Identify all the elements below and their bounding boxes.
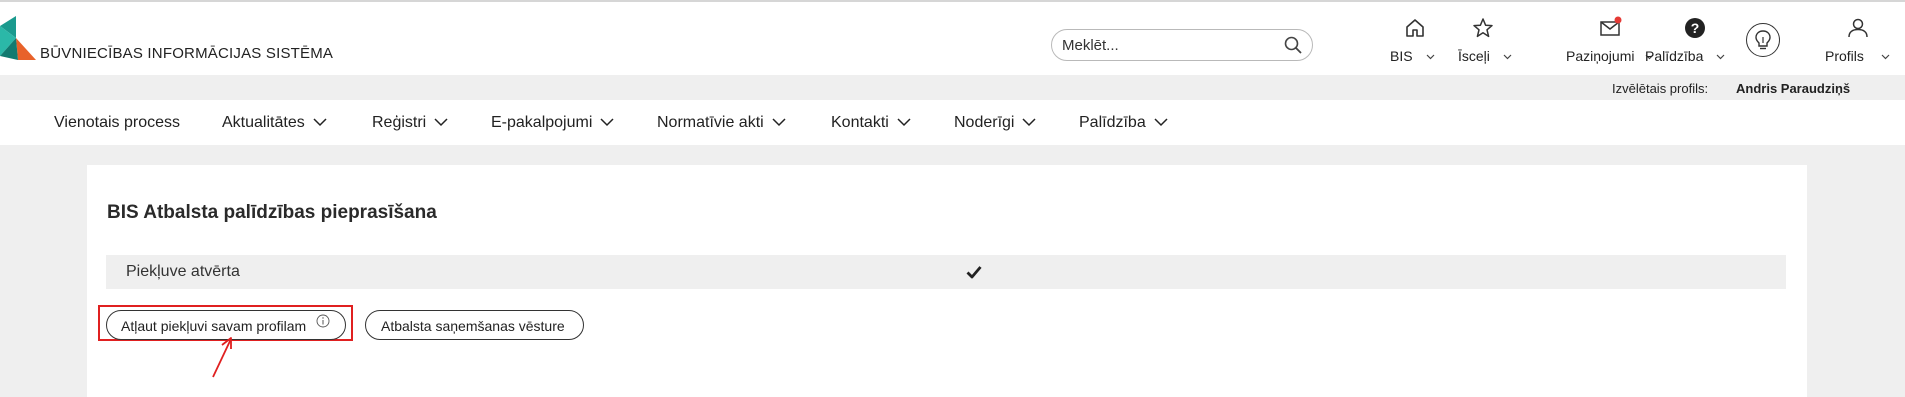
envelope-icon	[1600, 16, 1622, 36]
nav-profils-label: Profils	[1825, 48, 1864, 64]
menu-item-label: Palīdzība	[1079, 114, 1146, 131]
header: BŪVNIECĪBAS INFORMĀCIJAS SISTĒMA BIS Īsc…	[0, 2, 1905, 75]
checkmark-icon	[966, 266, 982, 279]
nav-bis[interactable]: BIS	[1385, 16, 1445, 66]
nav-palidziba-label: Palīdzība	[1645, 48, 1704, 64]
chevron-down-icon	[434, 118, 448, 127]
menu-item-label: Reģistri	[372, 114, 427, 131]
brand-title[interactable]: BŪVNIECĪBAS INFORMĀCIJAS SISTĒMA	[40, 45, 333, 62]
chevron-down-icon	[1716, 54, 1725, 60]
page-title: BIS Atbalsta palīdzības pieprasīšana	[107, 202, 437, 223]
menu-item-e-pakalpojumi[interactable]: E-pakalpojumi	[491, 114, 614, 132]
chevron-down-icon	[1881, 54, 1890, 60]
menu-item-label: Vienotais process	[54, 114, 180, 131]
selected-profile-label: Izvēlētais profils:	[1612, 81, 1709, 96]
support-history-button[interactable]: Atbalsta saņemšanas vēsture	[365, 310, 584, 340]
notification-badge	[1614, 16, 1622, 24]
menu-item-registri[interactable]: Reģistri	[372, 114, 448, 132]
chevron-down-icon	[1426, 54, 1435, 60]
svg-text:?: ?	[1691, 20, 1700, 36]
support-history-label: Atbalsta saņemšanas vēsture	[381, 318, 565, 334]
chevron-down-icon	[772, 118, 786, 127]
menu-item-normativie-akti[interactable]: Normatīvie akti	[657, 114, 786, 132]
menu-item-label: Kontakti	[831, 114, 889, 131]
menu-item-aktualitates[interactable]: Aktualitātes	[222, 114, 327, 132]
search-box	[1051, 29, 1313, 61]
home-icon	[1406, 19, 1424, 37]
menu-item-palidziba[interactable]: Palīdzība	[1079, 114, 1168, 132]
nav-isceli[interactable]: Īsceļi	[1450, 16, 1515, 66]
chevron-down-icon	[1503, 54, 1512, 60]
menu-item-kontakti[interactable]: Kontakti	[831, 114, 911, 132]
chevron-down-icon	[1022, 118, 1037, 127]
menu-item-vienotais-process[interactable]: Vienotais process	[54, 114, 180, 132]
nav-palidziba[interactable]: ? Palīdzība	[1645, 16, 1745, 66]
chevron-down-icon	[897, 118, 911, 127]
info-icon[interactable]	[316, 314, 330, 328]
lightbulb-button[interactable]	[1746, 23, 1780, 57]
access-status-row: Piekļuve atvērta	[106, 255, 1786, 289]
bis-logo-icon[interactable]	[0, 16, 36, 60]
nav-pazinojumi-label: Paziņojumi	[1566, 48, 1635, 64]
allow-profile-access-label: Atļaut piekļuvi savam profilam	[121, 318, 307, 334]
nav-bis-label: BIS	[1390, 48, 1413, 64]
user-icon	[1848, 18, 1868, 38]
chevron-down-icon	[1154, 118, 1168, 127]
menu-item-noderigi[interactable]: Noderīgi	[954, 114, 1037, 132]
menu-item-label: Aktualitātes	[222, 114, 305, 131]
access-status-label: Piekļuve atvērta	[126, 263, 240, 280]
menu-item-label: Normatīvie akti	[657, 114, 764, 131]
menu-item-label: E-pakalpojumi	[491, 114, 593, 131]
red-arrow-annotation	[212, 337, 232, 378]
star-icon	[1472, 18, 1493, 38]
lightbulb-icon	[1755, 30, 1771, 50]
main-menu: Vienotais process Aktualitātes Reģistri …	[0, 100, 1905, 145]
menu-item-label: Noderīgi	[954, 114, 1015, 131]
selected-profile-name: Andris Paraudziņš	[1736, 81, 1851, 96]
selected-profile-bar: Izvēlētais profils: Andris Paraudziņš	[0, 75, 1905, 100]
chevron-down-icon	[313, 118, 327, 127]
chevron-down-icon	[600, 118, 614, 127]
support-request-card: BIS Atbalsta palīdzības pieprasīšana Pie…	[87, 165, 1807, 397]
help-icon: ?	[1685, 18, 1705, 38]
search-input[interactable]	[1062, 35, 1272, 55]
nav-isceli-label: Īsceļi	[1458, 48, 1490, 64]
search-icon[interactable]	[1284, 36, 1302, 54]
nav-profils[interactable]: Profils	[1822, 16, 1894, 66]
